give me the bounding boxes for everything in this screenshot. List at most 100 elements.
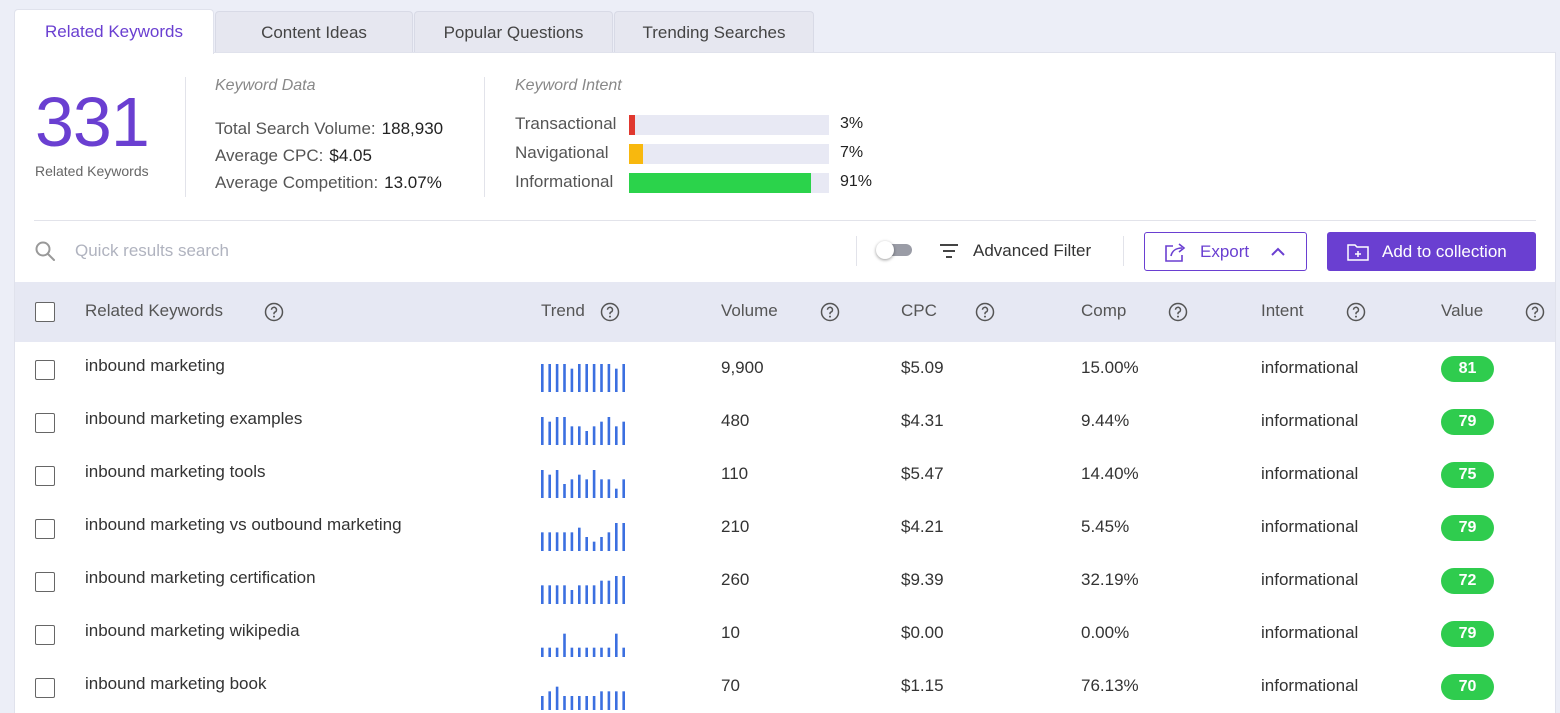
trend-bar: [622, 647, 625, 657]
tab-trending-searches[interactable]: Trending Searches: [614, 11, 814, 53]
help-icon-intent[interactable]: [1346, 302, 1366, 322]
table-row[interactable]: inbound marketing 9,900 $5.09 15.00% informa…: [15, 356, 1555, 409]
keyword-cell[interactable]: inbound marketing tools: [85, 462, 266, 482]
folder-plus-icon: [1347, 243, 1369, 261]
help-icon-comp[interactable]: [1168, 302, 1188, 322]
help-icon-value[interactable]: [1525, 302, 1545, 322]
divider: [1123, 236, 1124, 266]
filter-toggle[interactable]: [876, 241, 912, 259]
trend-bar: [600, 647, 603, 657]
divider: [856, 236, 857, 266]
row-checkbox[interactable]: [35, 519, 55, 539]
trend-bar: [578, 647, 581, 657]
search-icon: [35, 241, 55, 261]
keyword-cell[interactable]: inbound marketing certification: [85, 568, 316, 588]
trend-bar: [563, 417, 566, 445]
column-header-cpc[interactable]: CPC: [901, 301, 937, 321]
tab-content-ideas[interactable]: Content Ideas: [215, 11, 413, 53]
trend-sparkline: [541, 633, 625, 657]
trend-sparkline: [541, 576, 625, 604]
column-header-value[interactable]: Value: [1441, 301, 1483, 321]
help-icon-cpc[interactable]: [975, 302, 995, 322]
keyword-cell[interactable]: inbound marketing vs outbound marketing: [85, 515, 402, 535]
trend-bar: [615, 576, 618, 604]
total-search-volume-label: Total Search Volume:: [215, 119, 376, 138]
intent-cell: informational: [1261, 570, 1359, 589]
table-row[interactable]: inbound marketing certification 260 $9.39 3…: [15, 568, 1555, 621]
tab-popular-questions[interactable]: Popular Questions: [414, 11, 613, 53]
row-checkbox[interactable]: [35, 466, 55, 486]
column-header-trend[interactable]: Trend: [541, 301, 585, 321]
intent-bar-fill: [629, 144, 643, 164]
row-checkbox[interactable]: [35, 572, 55, 592]
average-cpc: Average CPC: $4.05: [215, 146, 372, 166]
trend-bar: [541, 470, 544, 498]
table-row[interactable]: inbound marketing tools 110 $5.47 14.40% inf…: [15, 462, 1555, 515]
table-row[interactable]: inbound marketing book 70 $1.15 76.13% infor…: [15, 674, 1555, 713]
row-checkbox[interactable]: [35, 360, 55, 380]
advanced-filter-button[interactable]: Advanced Filter: [939, 239, 1091, 263]
add-to-collection-label: Add to collection: [1382, 241, 1507, 261]
cpc-cell: $4.21: [901, 517, 944, 536]
keyword-cell[interactable]: inbound marketing wikipedia: [85, 621, 300, 641]
column-header-intent[interactable]: Intent: [1261, 301, 1304, 321]
tab-related-keywords[interactable]: Related Keywords: [14, 9, 214, 54]
comp-cell: 15.00%: [1081, 358, 1139, 377]
trend-sparkline: [541, 523, 625, 551]
trend-bar: [600, 580, 603, 604]
trend-bar: [600, 479, 603, 498]
trend-bar: [607, 532, 611, 551]
intent-cell: informational: [1261, 517, 1359, 536]
export-button[interactable]: Export: [1144, 232, 1307, 271]
trend-bar: [622, 364, 625, 392]
row-checkbox[interactable]: [35, 625, 55, 645]
value-badge: 79: [1441, 515, 1494, 541]
add-to-collection-button[interactable]: Add to collection: [1327, 232, 1536, 271]
trend-bar: [578, 364, 581, 392]
table-row[interactable]: inbound marketing examples 480 $4.31 9.44% i…: [15, 409, 1555, 462]
total-search-volume-value: 188,930: [381, 119, 444, 138]
trend-bar: [607, 647, 611, 657]
average-competition: Average Competition: 13.07%: [215, 173, 442, 193]
table-row[interactable]: inbound marketing wikipedia 10 $0.00 0.00% i…: [15, 621, 1555, 674]
keyword-intent-title: Keyword Intent: [515, 77, 622, 94]
row-checkbox[interactable]: [35, 413, 55, 433]
trend-sparkline: [541, 686, 625, 710]
intent-percent: 3%: [840, 115, 864, 132]
cpc-cell: $5.09: [901, 358, 944, 377]
trend-bar: [555, 417, 559, 445]
row-checkbox[interactable]: [35, 678, 55, 698]
comp-cell: 9.44%: [1081, 411, 1130, 430]
trend-bar: [541, 532, 544, 551]
export-label: Export: [1200, 241, 1250, 261]
trend-bar: [607, 417, 611, 445]
comp-cell: 0.00%: [1081, 623, 1130, 642]
column-header-comp[interactable]: Comp: [1081, 301, 1126, 321]
volume-cell: 260: [721, 570, 750, 589]
intent-cell: informational: [1261, 411, 1359, 430]
help-icon-trend[interactable]: [600, 302, 620, 322]
select-all-checkbox[interactable]: [35, 302, 55, 322]
comp-cell: 14.40%: [1081, 464, 1139, 483]
help-icon-related-keywords[interactable]: [264, 302, 284, 322]
trend-bar: [607, 479, 611, 498]
average-cpc-value: $4.05: [329, 146, 372, 165]
cpc-cell: $4.31: [901, 411, 944, 430]
help-icon-volume[interactable]: [820, 302, 840, 322]
keyword-cell[interactable]: inbound marketing: [85, 356, 225, 376]
trend-bar: [555, 647, 559, 657]
comp-cell: 5.45%: [1081, 517, 1130, 536]
keyword-cell[interactable]: inbound marketing book: [85, 674, 266, 694]
intent-bar-track: [629, 115, 829, 135]
divider: [185, 77, 186, 197]
keyword-cell[interactable]: inbound marketing examples: [85, 409, 302, 429]
quick-search-input[interactable]: [75, 237, 775, 265]
column-header-volume[interactable]: Volume: [721, 301, 778, 321]
trend-bar: [615, 691, 618, 710]
trend-bar: [548, 585, 551, 604]
trend-bar: [541, 647, 544, 657]
trend-bar: [563, 696, 566, 710]
column-header-related-keywords[interactable]: Related Keywords: [85, 301, 223, 321]
table-row[interactable]: inbound marketing vs outbound marketing 2…: [15, 515, 1555, 568]
cpc-cell: $1.15: [901, 676, 944, 695]
